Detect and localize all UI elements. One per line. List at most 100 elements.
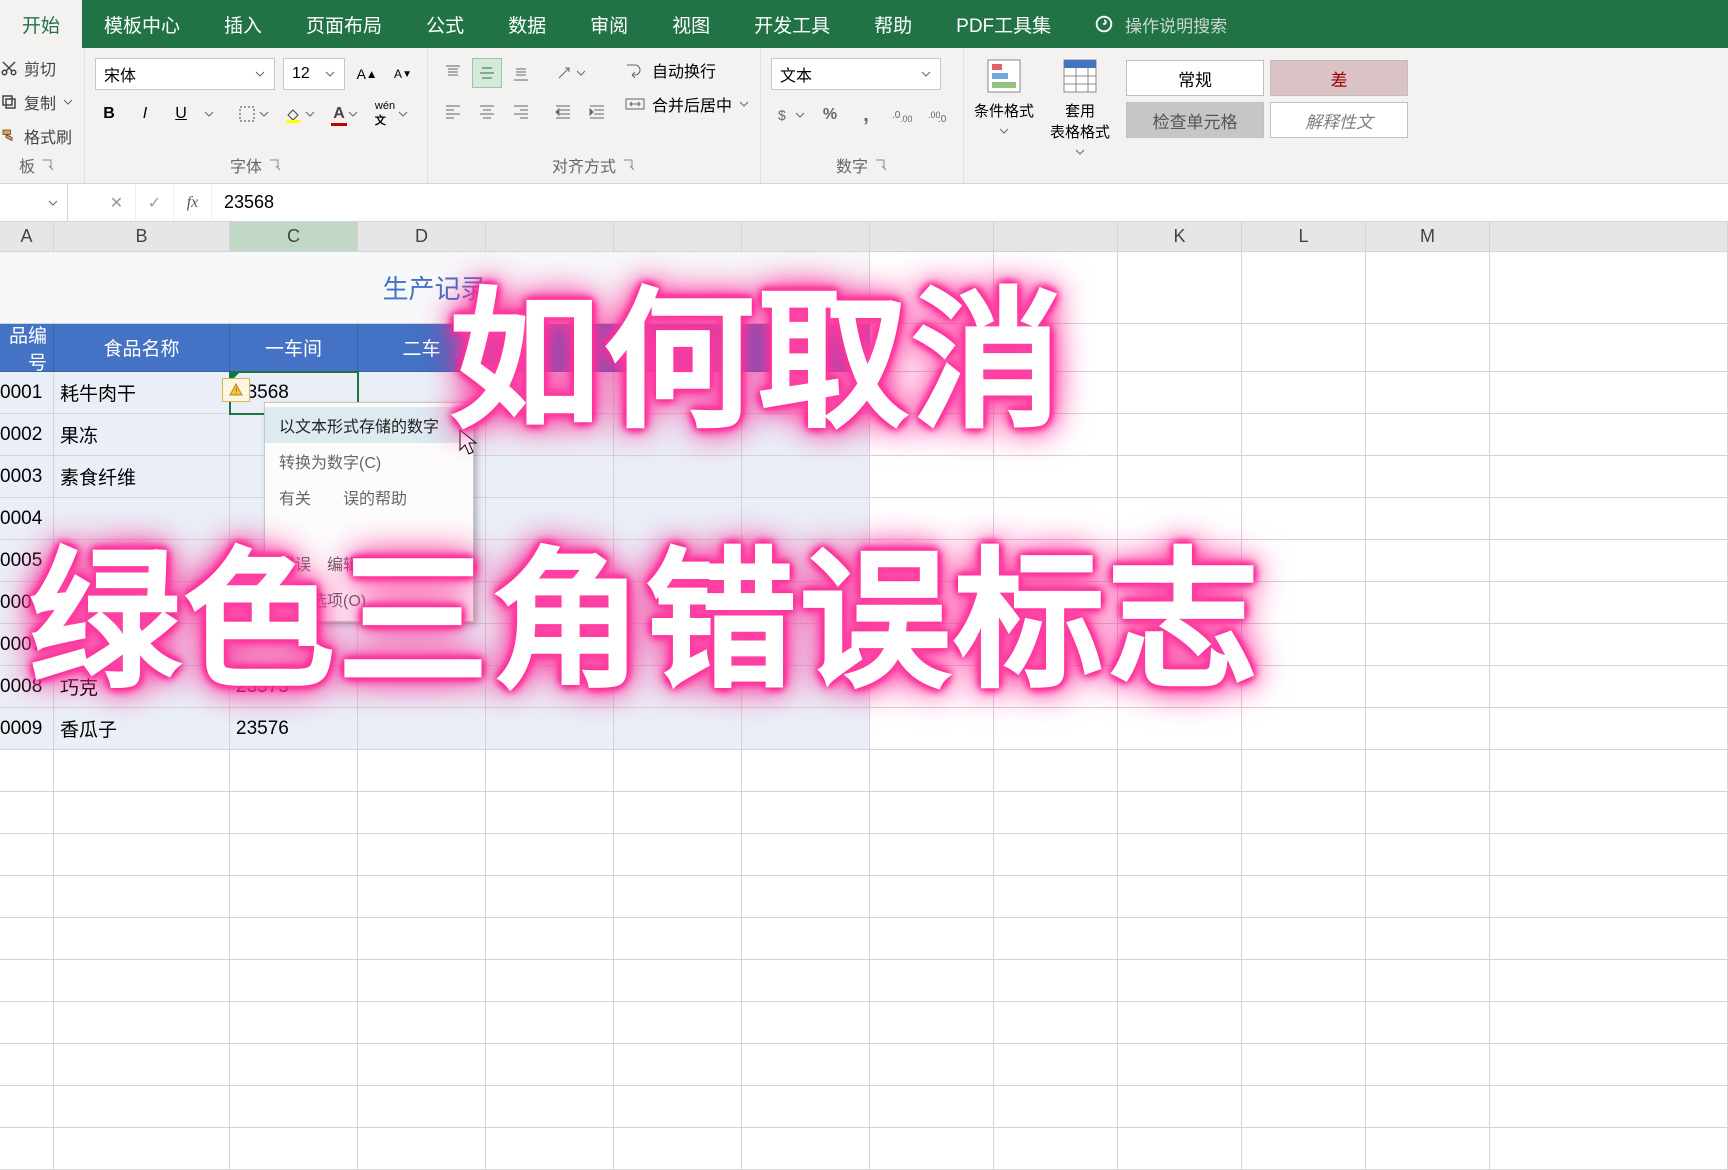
cell-id[interactable]: 0004 — [0, 498, 54, 540]
cell[interactable] — [1118, 624, 1242, 666]
menu-stored-as-text[interactable]: 以文本形式存储的数字 — [265, 407, 473, 443]
cell[interactable] — [0, 1086, 54, 1128]
cell[interactable] — [1118, 834, 1242, 876]
style-check-cell[interactable]: 检查单元格 — [1126, 102, 1264, 138]
underline-button[interactable]: U — [167, 100, 195, 128]
cell[interactable] — [358, 918, 486, 960]
cell[interactable] — [1118, 414, 1242, 456]
cell[interactable] — [614, 960, 742, 1002]
cell[interactable] — [1242, 372, 1366, 414]
cell[interactable] — [870, 456, 994, 498]
cell[interactable] — [870, 324, 994, 372]
font-name-combo[interactable]: 宋体 — [95, 58, 275, 90]
cell[interactable] — [742, 666, 870, 708]
cell[interactable] — [230, 960, 358, 1002]
cell[interactable] — [230, 918, 358, 960]
cell[interactable] — [1118, 876, 1242, 918]
col-header-g[interactable] — [742, 222, 870, 252]
cell[interactable] — [486, 792, 614, 834]
cell[interactable] — [1490, 414, 1728, 456]
cell[interactable] — [742, 456, 870, 498]
cancel-formula-button[interactable]: ✕ — [98, 184, 136, 221]
cell[interactable] — [1366, 876, 1490, 918]
cell[interactable] — [614, 750, 742, 792]
cell[interactable] — [742, 1002, 870, 1044]
enter-formula-button[interactable]: ✓ — [136, 184, 174, 221]
cell[interactable] — [1242, 918, 1366, 960]
cell[interactable] — [742, 834, 870, 876]
cell[interactable] — [0, 918, 54, 960]
cell[interactable] — [1490, 498, 1728, 540]
cell-name[interactable] — [54, 624, 230, 666]
tab-view[interactable]: 视图 — [650, 0, 732, 48]
comma-button[interactable]: , — [851, 100, 881, 130]
cell[interactable] — [994, 750, 1118, 792]
cell[interactable] — [1490, 1002, 1728, 1044]
cell[interactable] — [1242, 792, 1366, 834]
col-header-a[interactable]: A — [0, 222, 54, 252]
cell[interactable] — [230, 1086, 358, 1128]
cell[interactable] — [1242, 498, 1366, 540]
style-explanatory[interactable]: 解释性文 — [1270, 102, 1408, 138]
cell[interactable] — [1490, 624, 1728, 666]
cell[interactable] — [742, 498, 870, 540]
cell[interactable] — [486, 582, 614, 624]
cell[interactable] — [614, 876, 742, 918]
cell-name[interactable]: 耗牛肉干 — [54, 372, 230, 414]
col-header-m[interactable]: M — [1366, 222, 1490, 252]
cell[interactable] — [0, 792, 54, 834]
copy-button[interactable]: 复制 — [0, 90, 74, 114]
cell[interactable] — [1366, 372, 1490, 414]
cell[interactable] — [1118, 750, 1242, 792]
decrease-indent-button[interactable] — [548, 96, 578, 126]
cell[interactable] — [1366, 456, 1490, 498]
cell[interactable] — [1366, 750, 1490, 792]
cell[interactable] — [994, 1002, 1118, 1044]
cell[interactable] — [614, 582, 742, 624]
style-normal[interactable]: 常规 — [1126, 60, 1264, 96]
cell-id[interactable]: 0003 — [0, 456, 54, 498]
cell[interactable] — [1366, 252, 1490, 324]
cell[interactable] — [0, 1002, 54, 1044]
cell[interactable] — [486, 750, 614, 792]
cell[interactable] — [994, 540, 1118, 582]
cell[interactable] — [1366, 792, 1490, 834]
cell-name[interactable]: 巧克 — [54, 666, 230, 708]
cell-name[interactable] — [54, 582, 230, 624]
cell[interactable] — [870, 1128, 994, 1170]
cell[interactable] — [54, 834, 230, 876]
cell[interactable] — [1490, 792, 1728, 834]
cell[interactable] — [742, 414, 870, 456]
cell[interactable] — [358, 834, 486, 876]
number-format-combo[interactable]: 文本 — [771, 58, 941, 90]
menu-convert-to-number[interactable]: 转换为数字(C) — [265, 443, 473, 479]
cell[interactable] — [54, 750, 230, 792]
cell[interactable] — [486, 456, 614, 498]
insert-function-button[interactable]: fx — [174, 184, 212, 221]
increase-font-button[interactable]: A▲ — [353, 60, 381, 88]
cell[interactable] — [0, 876, 54, 918]
cell[interactable] — [994, 960, 1118, 1002]
cell-name[interactable]: 果冻 — [54, 414, 230, 456]
cell[interactable] — [1242, 414, 1366, 456]
cell[interactable] — [486, 372, 614, 414]
cell[interactable] — [1118, 324, 1242, 372]
align-middle-button[interactable] — [472, 58, 502, 88]
cell[interactable] — [1242, 456, 1366, 498]
border-button[interactable] — [235, 100, 273, 128]
cell[interactable] — [1366, 960, 1490, 1002]
cell[interactable] — [0, 750, 54, 792]
align-bottom-button[interactable] — [506, 58, 536, 88]
col-header-c[interactable]: C — [230, 222, 358, 252]
col-header-f[interactable] — [614, 222, 742, 252]
cell[interactable] — [870, 792, 994, 834]
tab-home[interactable]: 开始 — [0, 0, 82, 48]
cell[interactable] — [358, 708, 486, 750]
align-top-button[interactable] — [438, 58, 468, 88]
cell[interactable] — [358, 1086, 486, 1128]
tab-layout[interactable]: 页面布局 — [284, 0, 404, 48]
font-size-combo[interactable]: 12 — [283, 58, 345, 90]
cell[interactable] — [742, 1128, 870, 1170]
cell[interactable] — [1490, 1128, 1728, 1170]
tab-review[interactable]: 审阅 — [568, 0, 650, 48]
